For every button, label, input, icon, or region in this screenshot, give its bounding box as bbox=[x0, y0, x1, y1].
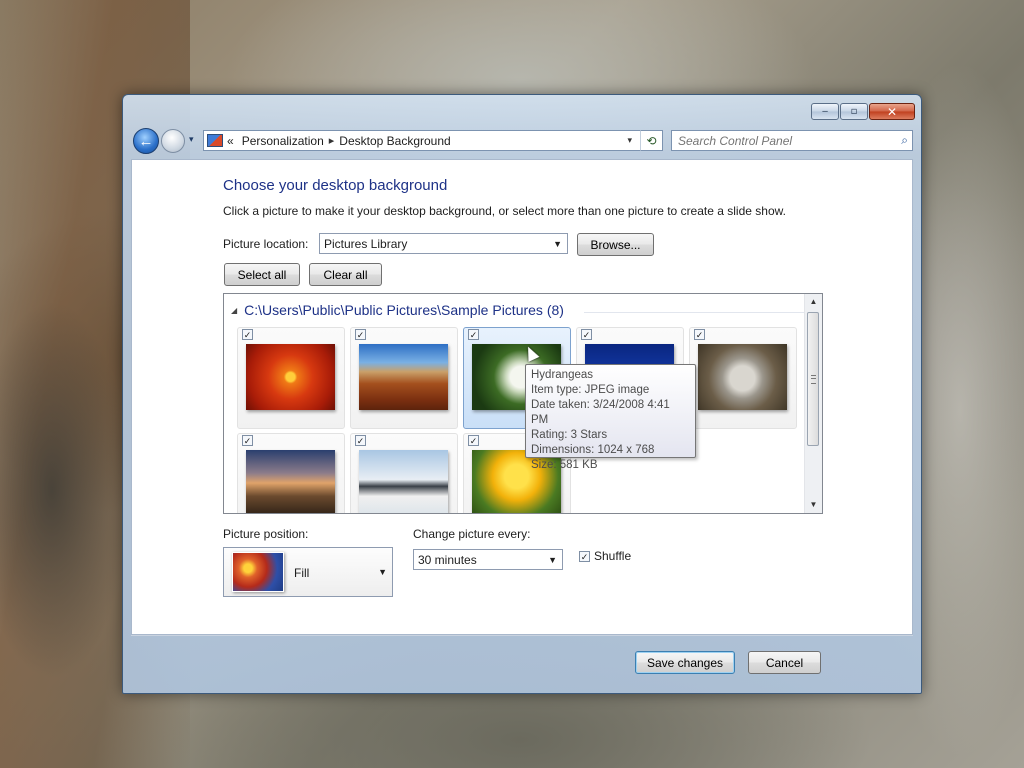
tooltip-date: Date taken: 3/24/2008 4:41 PM bbox=[531, 399, 670, 426]
picture-checkbox[interactable]: ✓ bbox=[694, 329, 705, 340]
breadcrumb-personalization[interactable]: Personalization bbox=[242, 134, 324, 148]
minimize-button[interactable]: ‒ bbox=[811, 103, 839, 120]
desert-thumbnail bbox=[359, 344, 448, 410]
tooltip-dimensions: Dimensions: 1024 x 768 bbox=[531, 444, 655, 456]
picture-gallery: ◢ C:\Users\Public\Public Pictures\Sample… bbox=[223, 293, 823, 514]
select-all-button[interactable]: Select all bbox=[224, 263, 300, 286]
picture-position-label: Picture position: bbox=[223, 527, 309, 541]
forward-button[interactable] bbox=[161, 129, 185, 153]
shuffle-option[interactable]: ✓ Shuffle bbox=[579, 549, 631, 563]
picture-tile-chrysanthemum[interactable]: ✓ bbox=[237, 327, 345, 429]
search-box[interactable]: ⌕ bbox=[671, 130, 913, 151]
group-header[interactable]: ◢ C:\Users\Public\Public Pictures\Sample… bbox=[231, 302, 564, 318]
tooltip-rating: Rating: 3 Stars bbox=[531, 429, 608, 441]
wallpaper-koala-fur-left bbox=[0, 300, 130, 680]
breadcrumb-overflow-icon[interactable]: « bbox=[227, 134, 234, 148]
address-bar[interactable]: « Personalization ▸ Desktop Background ▾ bbox=[203, 130, 663, 151]
picture-position-value: Fill bbox=[294, 566, 310, 580]
scrollbar-grip-icon bbox=[811, 375, 816, 384]
shuffle-checkbox[interactable]: ✓ bbox=[579, 550, 590, 562]
picture-location-label: Picture location: bbox=[223, 237, 309, 251]
refresh-button[interactable]: ⟲ bbox=[640, 130, 663, 151]
navigation-bar: ← ▾ « Personalization ▸ Desktop Backgrou… bbox=[131, 128, 913, 156]
picture-location-value: Pictures Library bbox=[324, 236, 408, 251]
cancel-button[interactable]: Cancel bbox=[748, 651, 821, 674]
penguins-thumbnail bbox=[359, 450, 448, 513]
group-divider bbox=[584, 312, 804, 313]
picture-tile-lighthouse[interactable]: ✓ bbox=[237, 433, 345, 513]
page-title: Choose your desktop background bbox=[223, 177, 448, 194]
picture-checkbox[interactable]: ✓ bbox=[355, 435, 366, 446]
picture-checkbox[interactable]: ✓ bbox=[355, 329, 366, 340]
search-icon[interactable]: ⌕ bbox=[901, 133, 908, 148]
lighthouse-thumbnail bbox=[246, 450, 335, 513]
picture-checkbox[interactable]: ✓ bbox=[468, 435, 479, 446]
picture-tile-penguins[interactable]: ✓ bbox=[350, 433, 458, 513]
position-preview-thumbnail bbox=[232, 552, 284, 592]
picture-checkbox[interactable]: ✓ bbox=[468, 329, 479, 340]
picture-checkbox[interactable]: ✓ bbox=[242, 329, 253, 340]
recent-pages-dropdown-icon[interactable]: ▾ bbox=[189, 134, 194, 145]
chevron-down-icon: ▼ bbox=[553, 238, 562, 249]
picture-tile-koala[interactable]: ✓ bbox=[689, 327, 797, 429]
scroll-down-icon[interactable]: ▼ bbox=[805, 497, 822, 513]
back-arrow-icon: ← bbox=[138, 132, 154, 150]
clear-all-button[interactable]: Clear all bbox=[309, 263, 382, 286]
breadcrumb-chevron-icon[interactable]: ▸ bbox=[329, 134, 335, 147]
picture-tile-desert[interactable]: ✓ bbox=[350, 327, 458, 429]
chevron-down-icon: ▼ bbox=[548, 554, 557, 565]
group-header-label: C:\Users\Public\Public Pictures\Sample P… bbox=[244, 302, 564, 318]
collapse-group-icon[interactable]: ◢ bbox=[231, 306, 237, 315]
close-button[interactable]: ✕ bbox=[869, 103, 915, 120]
tooltip-type: Item type: JPEG image bbox=[531, 384, 650, 396]
footer-divider bbox=[131, 635, 913, 636]
control-panel-icon bbox=[207, 134, 223, 147]
change-interval-label: Change picture every: bbox=[413, 527, 531, 541]
address-dropdown-icon[interactable]: ▾ bbox=[627, 135, 632, 146]
back-button[interactable]: ← bbox=[133, 128, 159, 154]
tooltip-name: Hydrangeas bbox=[531, 369, 594, 381]
desktop-background-window: ‒ ▫ ✕ ← ▾ « Personalization ▸ Desktop Ba… bbox=[122, 94, 922, 694]
tooltip-size: Size: 581 KB bbox=[531, 459, 598, 471]
maximize-button[interactable]: ▫ bbox=[840, 103, 868, 120]
picture-checkbox[interactable]: ✓ bbox=[242, 435, 253, 446]
page-instructions: Click a picture to make it your desktop … bbox=[223, 204, 786, 218]
change-interval-value: 30 minutes bbox=[418, 552, 477, 567]
change-interval-select[interactable]: 30 minutes ▼ bbox=[413, 549, 563, 570]
scrollbar-thumb[interactable] bbox=[807, 312, 819, 446]
picture-info-tooltip: Hydrangeas Item type: JPEG image Date ta… bbox=[525, 364, 696, 471]
refresh-icon: ⟲ bbox=[646, 133, 657, 148]
content-pane: Choose your desktop background Click a p… bbox=[131, 159, 913, 635]
breadcrumb-desktop-background[interactable]: Desktop Background bbox=[339, 134, 450, 148]
search-input[interactable] bbox=[678, 133, 878, 148]
caption-buttons: ‒ ▫ ✕ bbox=[811, 103, 915, 120]
picture-location-select[interactable]: Pictures Library ▼ bbox=[319, 233, 568, 254]
chrysanthemum-thumbnail bbox=[246, 344, 335, 410]
save-changes-button[interactable]: Save changes bbox=[635, 651, 735, 674]
gallery-scrollbar[interactable]: ▲ ▼ bbox=[804, 294, 822, 513]
shuffle-label[interactable]: Shuffle bbox=[594, 549, 631, 563]
browse-button[interactable]: Browse... bbox=[577, 233, 654, 256]
picture-checkbox[interactable]: ✓ bbox=[581, 329, 592, 340]
picture-position-select[interactable]: Fill ▼ bbox=[223, 547, 393, 597]
chevron-down-icon: ▼ bbox=[378, 567, 387, 577]
koala-thumbnail bbox=[698, 344, 787, 410]
scroll-up-icon[interactable]: ▲ bbox=[805, 294, 822, 310]
